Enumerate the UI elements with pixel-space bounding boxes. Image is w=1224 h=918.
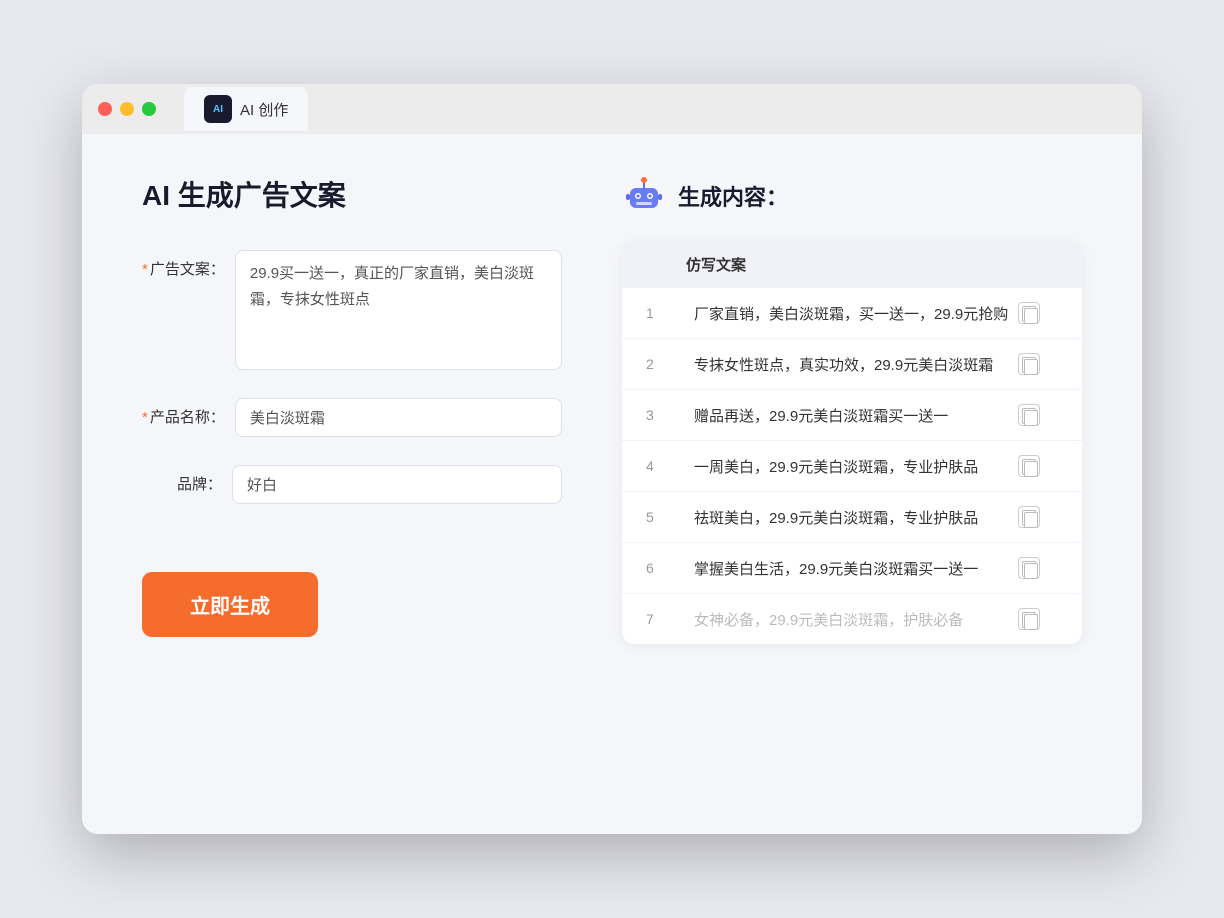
left-panel: AI 生成广告文案 *广告文案： 29.9买一送一，真正的厂家直销，美白淡斑霜，… <box>142 174 562 784</box>
browser-tab[interactable]: AI 创作 <box>184 87 308 131</box>
traffic-lights <box>98 102 156 116</box>
result-title: 生成内容： <box>678 180 788 212</box>
copy-button[interactable] <box>1018 557 1040 579</box>
product-name-label: *产品名称： <box>142 398 235 427</box>
required-star-2: * <box>142 409 148 426</box>
ad-copy-input[interactable]: 29.9买一送一，真正的厂家直销，美白淡斑霜，专抹女性斑点 <box>235 250 562 370</box>
row-number: 7 <box>646 611 686 627</box>
brand-input[interactable]: 好白 <box>232 465 562 504</box>
ad-copy-group: *广告文案： 29.9买一送一，真正的厂家直销，美白淡斑霜，专抹女性斑点 <box>142 250 562 370</box>
row-text: 祛斑美白，29.9元美白淡斑霜，专业护肤品 <box>686 507 1018 528</box>
minimize-button[interactable] <box>120 102 134 116</box>
row-text: 专抹女性斑点，真实功效，29.9元美白淡斑霜 <box>686 354 1018 375</box>
copy-button[interactable] <box>1018 353 1040 375</box>
maximize-button[interactable] <box>142 102 156 116</box>
tab-label: AI 创作 <box>240 99 288 120</box>
close-button[interactable] <box>98 102 112 116</box>
product-name-group: *产品名称： 美白淡斑霜 <box>142 398 562 437</box>
copy-button[interactable] <box>1018 608 1040 630</box>
result-header: 生成内容： <box>622 174 1082 218</box>
row-text: 厂家直销，美白淡斑霜，买一送一，29.9元抢购 <box>686 303 1018 324</box>
table-row: 2 专抹女性斑点，真实功效，29.9元美白淡斑霜 <box>622 338 1082 389</box>
table-row: 1 厂家直销，美白淡斑霜，买一送一，29.9元抢购 <box>622 287 1082 338</box>
brand-group: 品牌： 好白 <box>142 465 562 504</box>
required-star: * <box>142 261 148 278</box>
table-row: 3 赠品再送，29.9元美白淡斑霜买一送一 <box>622 389 1082 440</box>
brand-label: 品牌： <box>142 465 232 494</box>
table-header: 仿写文案 <box>622 242 1082 287</box>
product-name-input[interactable]: 美白淡斑霜 <box>235 398 562 437</box>
title-bar: AI 创作 <box>82 84 1142 134</box>
table-rows-container: 1 厂家直销，美白淡斑霜，买一送一，29.9元抢购 2 专抹女性斑点，真实功效，… <box>622 287 1082 644</box>
ai-brand-icon <box>204 95 232 123</box>
row-number: 4 <box>646 458 686 474</box>
row-text: 女神必备，29.9元美白淡斑霜，护肤必备 <box>686 609 1018 630</box>
copy-button[interactable] <box>1018 302 1040 324</box>
row-number: 2 <box>646 356 686 372</box>
result-table: 仿写文案 1 厂家直销，美白淡斑霜，买一送一，29.9元抢购 2 专抹女性斑点，… <box>622 242 1082 644</box>
row-number: 6 <box>646 560 686 576</box>
row-number: 1 <box>646 305 686 321</box>
row-text: 一周美白，29.9元美白淡斑霜，专业护肤品 <box>686 456 1018 477</box>
row-text: 赠品再送，29.9元美白淡斑霜买一送一 <box>686 405 1018 426</box>
table-row: 6 掌握美白生活，29.9元美白淡斑霜买一送一 <box>622 542 1082 593</box>
row-text: 掌握美白生活，29.9元美白淡斑霜买一送一 <box>686 558 1018 579</box>
right-panel: 生成内容： 仿写文案 1 厂家直销，美白淡斑霜，买一送一，29.9元抢购 2 专… <box>622 174 1082 784</box>
table-row: 5 祛斑美白，29.9元美白淡斑霜，专业护肤品 <box>622 491 1082 542</box>
row-number: 3 <box>646 407 686 423</box>
table-row: 7 女神必备，29.9元美白淡斑霜，护肤必备 <box>622 593 1082 644</box>
generate-button[interactable]: 立即生成 <box>142 572 318 637</box>
row-number: 5 <box>646 509 686 525</box>
copy-button[interactable] <box>1018 506 1040 528</box>
page-title: AI 生成广告文案 <box>142 174 562 214</box>
ad-copy-label: *广告文案： <box>142 250 235 279</box>
copy-button[interactable] <box>1018 404 1040 426</box>
copy-button[interactable] <box>1018 455 1040 477</box>
content-area: AI 生成广告文案 *广告文案： 29.9买一送一，真正的厂家直销，美白淡斑霜，… <box>82 134 1142 834</box>
browser-window: AI 创作 AI 生成广告文案 *广告文案： 29.9买一送一，真正的厂家直销，… <box>82 84 1142 834</box>
table-header-label: 仿写文案 <box>686 254 1018 275</box>
robot-icon <box>622 174 666 218</box>
table-row: 4 一周美白，29.9元美白淡斑霜，专业护肤品 <box>622 440 1082 491</box>
